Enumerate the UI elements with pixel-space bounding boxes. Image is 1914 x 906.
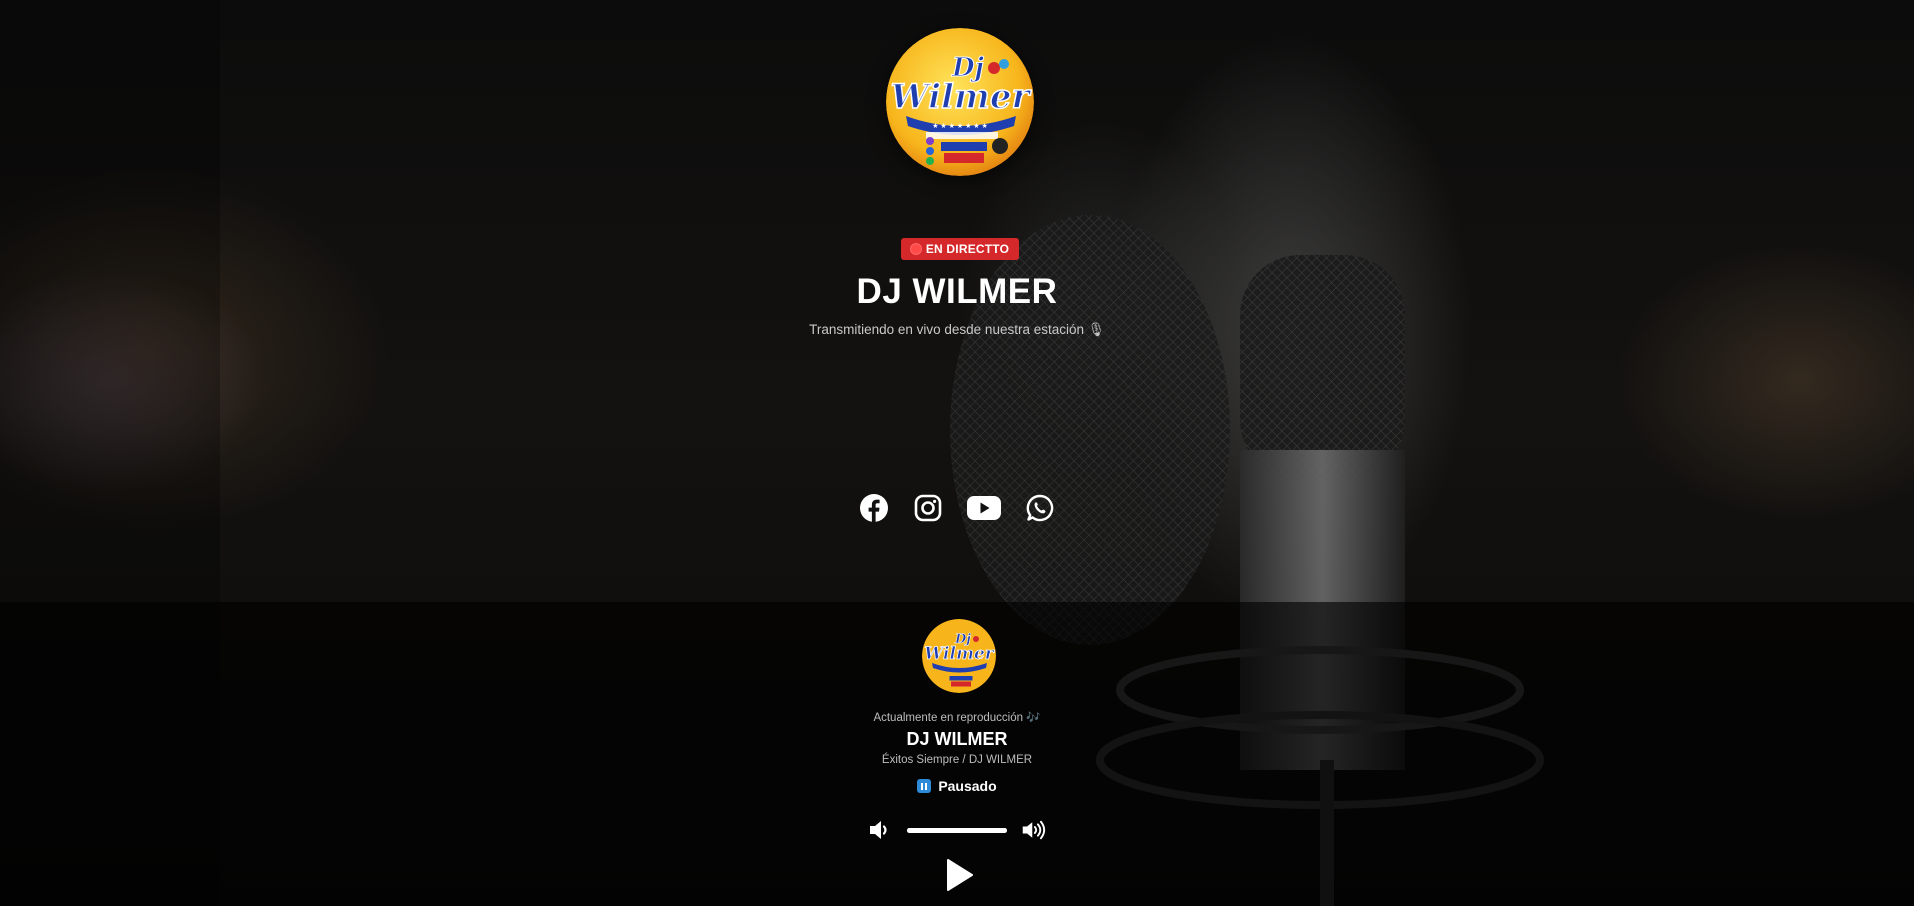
playback-status: Pausado bbox=[0, 778, 1914, 794]
player-artwork: Dj Wilmer bbox=[922, 619, 996, 693]
track-title: DJ WILMER bbox=[906, 729, 1008, 749]
station-title: DJ WILMER bbox=[856, 272, 1058, 311]
play-icon bbox=[947, 859, 973, 891]
volume-down-button[interactable] bbox=[867, 818, 893, 842]
social-links bbox=[0, 492, 1914, 524]
now-playing-label: Actualmente en reproducción 🎶 bbox=[873, 712, 1041, 724]
station-logo: Dj Wilmer ★ ★ ★ ★ ★ ★ ★ bbox=[886, 28, 1034, 176]
volume-slider-fill bbox=[907, 827, 1007, 833]
volume-slider[interactable] bbox=[907, 827, 1007, 833]
volume-up-button[interactable] bbox=[1021, 818, 1047, 842]
whatsapp-link[interactable] bbox=[1024, 492, 1056, 524]
whatsapp-icon bbox=[1026, 494, 1054, 522]
svg-text:Wilmer: Wilmer bbox=[891, 77, 1032, 117]
hero-section: Dj Wilmer ★ ★ ★ ★ ★ ★ ★ EN DIRECTTO DJ W… bbox=[0, 0, 1914, 602]
playback-status-label: Pausado bbox=[938, 778, 997, 794]
youtube-icon bbox=[967, 496, 1001, 520]
facebook-link[interactable] bbox=[858, 492, 890, 524]
volume-controls bbox=[0, 818, 1914, 842]
live-dot-icon bbox=[910, 244, 921, 254]
instagram-link[interactable] bbox=[912, 492, 944, 524]
play-button[interactable] bbox=[944, 858, 974, 892]
pause-status-icon bbox=[917, 779, 932, 793]
instagram-icon bbox=[914, 494, 942, 522]
facebook-icon bbox=[860, 494, 888, 522]
track-artist: Éxitos Siempre / DJ WILMER bbox=[881, 754, 1033, 766]
volume-low-icon bbox=[870, 821, 887, 839]
youtube-link[interactable] bbox=[966, 492, 1002, 524]
live-badge: EN DIRECTTO bbox=[901, 238, 1019, 260]
volume-high-icon bbox=[1022, 820, 1046, 840]
svg-text:Wilmer: Wilmer bbox=[924, 644, 995, 664]
svg-text:★ ★ ★ ★ ★ ★ ★: ★ ★ ★ ★ ★ ★ ★ bbox=[932, 122, 988, 130]
station-tagline: Transmitiendo en vivo desde nuestra esta… bbox=[809, 322, 1105, 337]
live-badge-label: EN DIRECTTO bbox=[925, 242, 1010, 256]
